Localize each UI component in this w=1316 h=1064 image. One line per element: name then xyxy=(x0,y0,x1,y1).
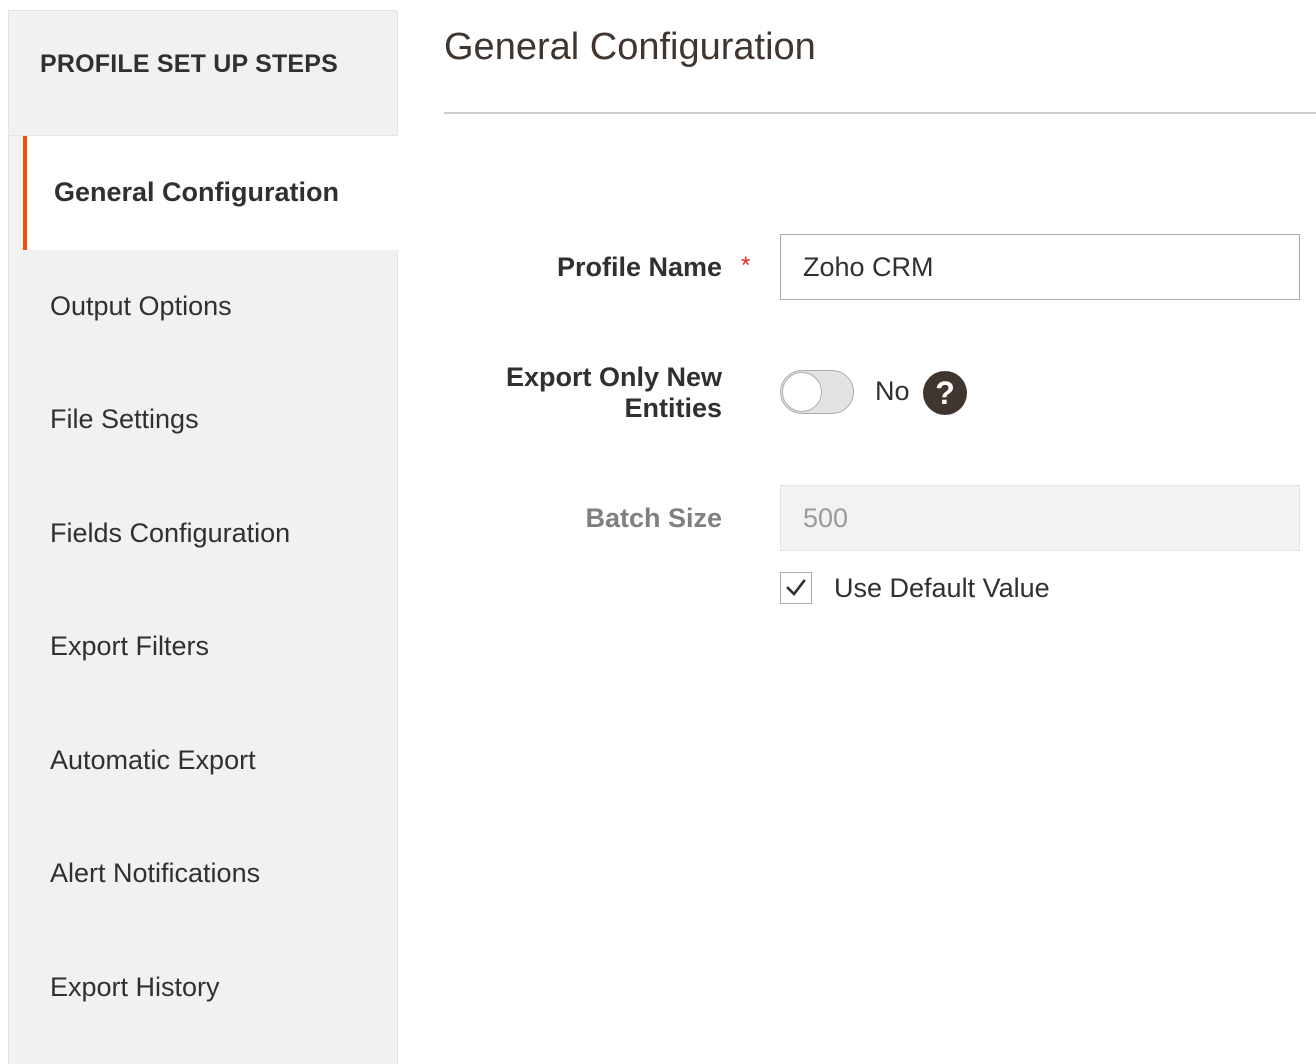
toggle-knob xyxy=(782,372,822,412)
use-default-checkbox[interactable] xyxy=(780,572,812,604)
nav-item-output-options[interactable]: Output Options xyxy=(9,250,397,364)
profile-steps-sidebar: PROFILE SET UP STEPS General Configurati… xyxy=(8,10,398,1064)
toggle-state-text: No xyxy=(875,376,910,406)
nav-item-general-configuration[interactable]: General Configuration xyxy=(23,136,398,250)
export-only-new-label-line1: Export Only New xyxy=(505,362,722,392)
export-only-new-label: Export Only New Entities xyxy=(506,362,722,424)
sidebar-header: PROFILE SET UP STEPS xyxy=(9,11,397,136)
nav-item-automatic-export[interactable]: Automatic Export xyxy=(9,704,397,818)
export-only-new-label-line2: Entities xyxy=(624,393,722,423)
profile-name-input[interactable] xyxy=(780,234,1300,300)
required-indicator: * xyxy=(741,252,751,279)
nav-item-fields-configuration[interactable]: Fields Configuration xyxy=(9,477,397,591)
main-content: General Configuration Profile Name * Exp… xyxy=(444,0,1316,1064)
profile-name-label: Profile Name xyxy=(556,252,722,282)
nav-item-alert-notifications[interactable]: Alert Notifications xyxy=(9,817,397,931)
nav-item-export-filters[interactable]: Export Filters xyxy=(9,590,397,704)
batch-size-label: Batch Size xyxy=(585,503,722,533)
page-title: General Configuration xyxy=(444,26,816,68)
sidebar-title: PROFILE SET UP STEPS xyxy=(40,49,339,78)
checkmark-icon xyxy=(786,579,806,596)
batch-size-input[interactable] xyxy=(780,485,1300,551)
use-default-label[interactable]: Use Default Value xyxy=(834,573,1050,604)
nav-item-export-history[interactable]: Export History xyxy=(9,931,397,1045)
nav-item-file-settings[interactable]: File Settings xyxy=(9,363,397,477)
title-divider xyxy=(444,112,1316,114)
steps-nav: General Configuration Output Options Fil… xyxy=(9,136,398,1045)
question-circle-icon[interactable]: ? xyxy=(923,371,967,415)
export-only-new-toggle[interactable] xyxy=(780,370,854,414)
